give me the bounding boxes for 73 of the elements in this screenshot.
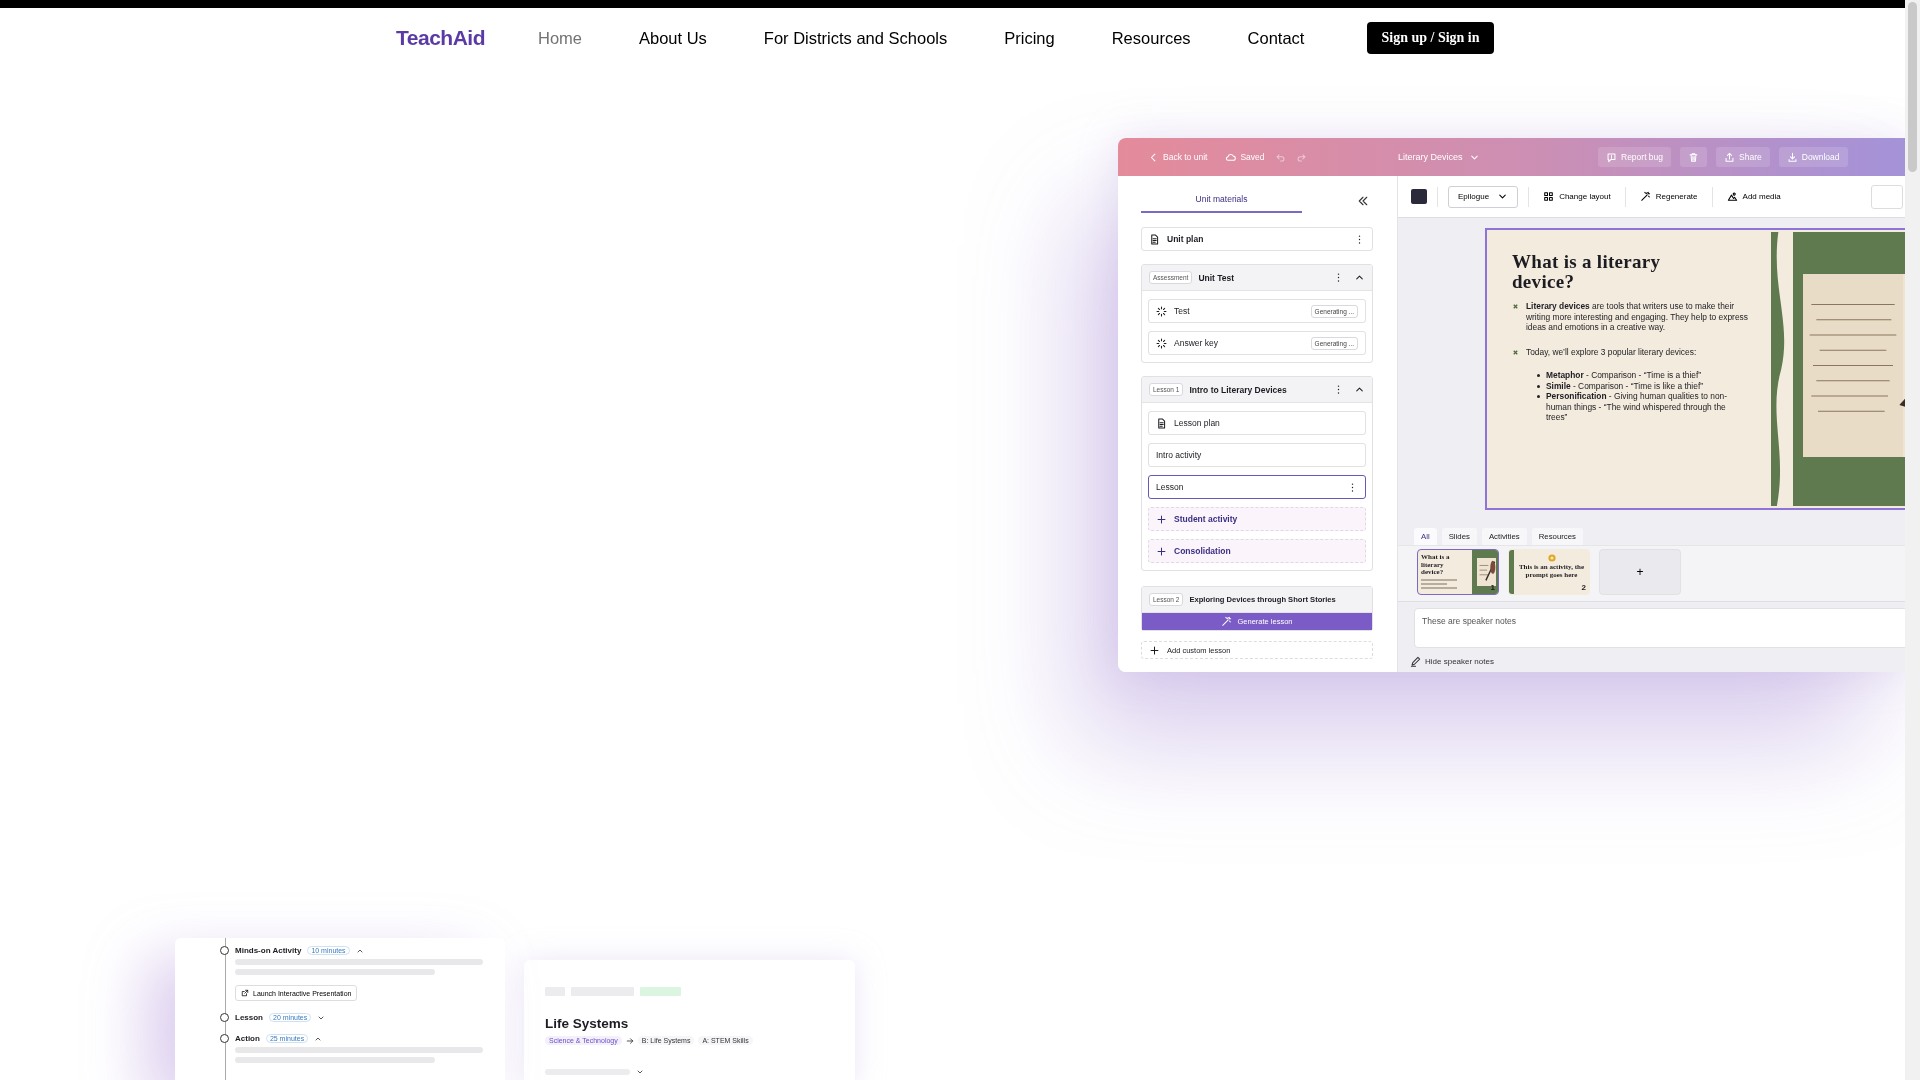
saved-status: Saved bbox=[1225, 151, 1265, 163]
external-link-icon bbox=[241, 989, 249, 997]
toolbar-button[interactable]: Regenerate bbox=[1635, 191, 1702, 202]
add-material-button[interactable]: Student activity bbox=[1148, 507, 1366, 531]
plus-icon bbox=[1149, 644, 1160, 656]
toolbar-button[interactable]: Change layout bbox=[1539, 191, 1615, 202]
toolbar-button[interactable]: Add media bbox=[1722, 191, 1785, 202]
material-item[interactable]: Lesson bbox=[1148, 475, 1366, 499]
bullet-icon bbox=[1537, 384, 1540, 388]
step-title: Lesson bbox=[235, 1013, 263, 1022]
nav-link[interactable]: About Us bbox=[639, 28, 707, 48]
slide[interactable] bbox=[1485, 228, 1905, 510]
nav-link[interactable]: Contact bbox=[1247, 28, 1305, 48]
unit-title: Life Systems bbox=[545, 1016, 630, 1031]
document-icon bbox=[1149, 233, 1160, 245]
slide-text: Simile - Comparison - “Time is like a thief” bbox=[1546, 380, 1703, 391]
plus-icon bbox=[1156, 513, 1167, 525]
add-material-button[interactable]: Consolidation bbox=[1148, 539, 1366, 563]
slide-text: Metaphor - Comparison - “Time is a thief” bbox=[1546, 370, 1702, 381]
bullet-icon bbox=[1537, 395, 1540, 398]
slide-text: Personification - Giving human qualities to non-human things - “The wind whispered through the trees” bbox=[1546, 391, 1729, 423]
slide-text: Literary devices are tools that writers use to make their writing more interesting and engaging. They help to express ideas and emotions in a creative way. bbox=[1526, 301, 1749, 333]
logo[interactable]: TeachAid bbox=[396, 26, 485, 50]
document-icon bbox=[1156, 417, 1167, 429]
timeline-node bbox=[220, 946, 229, 955]
chevron-down-icon[interactable] bbox=[636, 1068, 644, 1076]
pencil-icon bbox=[1410, 656, 1421, 667]
chevron-down-icon bbox=[1497, 191, 1509, 202]
nav-link[interactable]: Pricing bbox=[1004, 28, 1055, 48]
material-item[interactable]: Unit plan bbox=[1141, 227, 1373, 251]
slide-title: What is a literary device? bbox=[1512, 252, 1662, 292]
timeline-node bbox=[220, 1034, 229, 1043]
wand-icon bbox=[1639, 191, 1651, 202]
cloud-icon bbox=[1225, 151, 1237, 163]
add-slide-button[interactable]: + bbox=[1599, 549, 1681, 595]
spinner-icon bbox=[1156, 305, 1167, 317]
scrollbar[interactable] bbox=[1905, 0, 1920, 1080]
stripe-shape bbox=[1509, 550, 1514, 594]
bullet-icon bbox=[1537, 374, 1540, 377]
material-item[interactable]: Lesson plan bbox=[1148, 411, 1366, 435]
text-placeholder bbox=[640, 987, 681, 996]
unit-materials-tab[interactable]: Unit materials bbox=[1141, 188, 1302, 213]
image-add-icon bbox=[1726, 191, 1738, 202]
sign-in-button[interactable]: Sign up / Sign in bbox=[1367, 22, 1494, 54]
slide-text: Today, we’ll explore 3 popular literary devices: bbox=[1526, 346, 1697, 357]
trash-icon bbox=[1688, 151, 1700, 163]
timeline-node bbox=[220, 1013, 229, 1022]
step-title: Action bbox=[235, 1034, 260, 1043]
nav-link[interactable]: Home bbox=[537, 28, 582, 48]
slide-number: 1 bbox=[1490, 583, 1495, 592]
download-icon bbox=[1786, 151, 1798, 163]
grid-icon bbox=[1543, 191, 1555, 202]
font-dropdown[interactable]: Epilogue bbox=[1448, 185, 1519, 208]
plus-icon bbox=[1156, 545, 1167, 557]
section-title: Unit Test bbox=[1198, 272, 1235, 283]
step-title: Minds-on Activity bbox=[235, 946, 302, 955]
slide-number: 2 bbox=[1581, 583, 1586, 592]
upload-icon bbox=[1724, 151, 1736, 163]
nav-link[interactable]: Resources bbox=[1111, 28, 1191, 48]
message-alert-icon bbox=[1606, 151, 1617, 163]
cross-bullet-icon bbox=[1512, 303, 1519, 310]
cross-bullet-icon bbox=[1512, 348, 1519, 356]
section-title: Intro to Literary Devices bbox=[1189, 384, 1287, 395]
spinner-icon bbox=[1156, 337, 1167, 349]
hide-notes-link[interactable]: Hide speaker notes bbox=[1398, 648, 1905, 667]
material-item[interactable]: Intro activity bbox=[1148, 443, 1366, 467]
wand-icon bbox=[1221, 616, 1233, 627]
theme-swatch[interactable] bbox=[1411, 189, 1427, 204]
speaker-notes-field[interactable]: These are speaker notes bbox=[1414, 608, 1905, 648]
nav-link[interactable]: For Districts and Schools bbox=[763, 28, 948, 48]
arrow-right-icon bbox=[625, 1036, 634, 1045]
bulb-icon bbox=[1547, 554, 1556, 562]
collapse-icon[interactable] bbox=[1357, 194, 1369, 207]
